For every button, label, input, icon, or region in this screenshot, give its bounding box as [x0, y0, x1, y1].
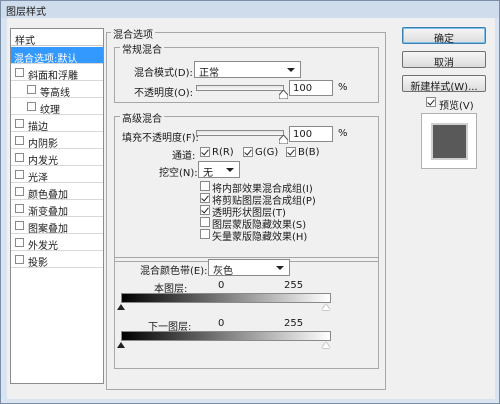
- style-item-label: 投影: [28, 258, 48, 269]
- style-item-checkbox[interactable]: [15, 187, 24, 196]
- channel-g-checkbox[interactable]: [243, 147, 253, 157]
- style-item-checkbox[interactable]: [27, 102, 36, 111]
- this-layer-max: 255: [284, 280, 304, 291]
- chevron-down-icon: [226, 168, 234, 172]
- advanced-blending-title: 高级混合: [120, 110, 164, 125]
- style-item-9[interactable]: 渐变叠加: [11, 200, 103, 218]
- blend-mode-select[interactable]: 正常: [194, 61, 301, 79]
- advanced-option-checkbox-1[interactable]: [200, 193, 210, 203]
- chevron-down-icon: [276, 266, 284, 270]
- style-item-3[interactable]: 纹理: [11, 98, 103, 116]
- style-item-label: 等高线: [40, 88, 70, 99]
- opacity-slider[interactable]: [196, 85, 284, 91]
- blend-mode-value: 正常: [199, 68, 219, 79]
- style-preview: [421, 113, 477, 169]
- fill-opacity-input[interactable]: 100: [289, 126, 333, 142]
- style-item-checkbox[interactable]: [15, 221, 24, 230]
- styles-list: 样式 混合选项:默认斜面和浮雕等高线纹理描边内阴影内发光光泽颜色叠加渐变叠加图案…: [10, 28, 104, 384]
- layer-style-dialog: 图层样式 样式 混合选项:默认斜面和浮雕等高线纹理描边内阴影内发光光泽颜色叠加渐…: [0, 0, 500, 404]
- cancel-button[interactable]: 取消: [402, 51, 486, 69]
- blending-options-title: 混合选项: [111, 26, 155, 41]
- style-item-8[interactable]: 颜色叠加: [11, 183, 103, 201]
- knockout-select[interactable]: 无: [198, 161, 240, 179]
- channel-r-label: R(R): [212, 147, 234, 158]
- style-item-checkbox[interactable]: [15, 238, 24, 247]
- this-layer-white-slider[interactable]: [322, 304, 330, 310]
- style-item-label: 颜色叠加: [28, 190, 68, 201]
- channel-b-checkbox[interactable]: [286, 147, 296, 157]
- style-item-label: 渐变叠加: [28, 207, 68, 218]
- style-item-checkbox[interactable]: [15, 204, 24, 213]
- chevron-down-icon: [287, 68, 295, 72]
- this-layer-gradient: [121, 293, 331, 303]
- style-item-label: 光泽: [28, 173, 48, 184]
- advanced-option-label-4: 矢量蒙版隐藏效果(H): [212, 232, 308, 243]
- fill-opacity-unit: %: [338, 128, 348, 139]
- style-item-2[interactable]: 等高线: [11, 81, 103, 99]
- opacity-unit: %: [338, 82, 348, 93]
- opacity-input[interactable]: 100: [289, 80, 333, 96]
- style-item-checkbox[interactable]: [15, 136, 24, 145]
- new-style-button[interactable]: 新建样式(W)...: [402, 75, 486, 93]
- blend-if-select[interactable]: 灰色: [208, 259, 290, 277]
- this-layer-black-slider[interactable]: [117, 304, 125, 310]
- blend-if-label: 混合颜色带(E):: [140, 266, 208, 277]
- style-item-5[interactable]: 内阴影: [11, 132, 103, 150]
- style-item-7[interactable]: 光泽: [11, 166, 103, 184]
- underlying-layer-min: 0: [218, 318, 225, 329]
- underlying-layer-gradient: [121, 331, 331, 341]
- styles-list-header[interactable]: 样式: [11, 29, 103, 47]
- knockout-label: 挖空(N):: [159, 168, 198, 179]
- preview-swatch: [431, 123, 468, 160]
- style-item-6[interactable]: 内发光: [11, 149, 103, 167]
- this-layer-min: 0: [218, 280, 225, 291]
- channels-label: 通道:: [172, 151, 196, 162]
- style-item-label: 图案叠加: [28, 224, 68, 235]
- channel-r-checkbox[interactable]: [200, 147, 210, 157]
- fill-opacity-slider-thumb[interactable]: [279, 135, 288, 144]
- opacity-slider-thumb[interactable]: [279, 90, 288, 99]
- knockout-value: 无: [203, 168, 213, 179]
- dialog-title: 图层样式: [6, 7, 46, 18]
- style-item-0[interactable]: 混合选项:默认: [11, 47, 103, 65]
- advanced-option-checkbox-4[interactable]: [200, 229, 210, 239]
- channel-b-label: B(B): [298, 147, 320, 158]
- preview-label: 预览(V): [439, 101, 474, 112]
- opacity-label: 不透明度(O):: [134, 88, 194, 99]
- style-item-4[interactable]: 描边: [11, 115, 103, 133]
- style-item-label: 斜面和浮雕: [28, 71, 78, 82]
- style-item-label: 混合选项:默认: [14, 54, 78, 65]
- channel-g-label: G(G): [255, 147, 279, 158]
- style-item-11[interactable]: 外发光: [11, 234, 103, 252]
- dialog-body: 样式 混合选项:默认斜面和浮雕等高线纹理描边内阴影内发光光泽颜色叠加渐变叠加图案…: [7, 18, 495, 399]
- fill-opacity-slider[interactable]: [196, 130, 284, 136]
- blend-if-value: 灰色: [213, 266, 233, 277]
- underlying-layer-max: 255: [284, 318, 304, 329]
- blend-mode-label: 混合模式(D):: [134, 68, 193, 79]
- style-item-1[interactable]: 斜面和浮雕: [11, 64, 103, 82]
- underlying-layer-black-slider[interactable]: [117, 342, 125, 348]
- style-item-12[interactable]: 投影: [11, 251, 103, 269]
- advanced-option-checkbox-0[interactable]: [200, 181, 210, 191]
- ok-button[interactable]: 确定: [402, 27, 486, 45]
- style-item-checkbox[interactable]: [15, 170, 24, 179]
- style-item-label: 外发光: [28, 241, 58, 252]
- title-bar[interactable]: 图层样式: [1, 1, 499, 18]
- style-item-checkbox[interactable]: [15, 119, 24, 128]
- fill-opacity-label: 填充不透明度(F):: [122, 133, 199, 144]
- style-item-label: 描边: [28, 122, 48, 133]
- advanced-option-checkbox-2[interactable]: [200, 205, 210, 215]
- style-item-label: 内发光: [28, 156, 58, 167]
- style-item-checkbox[interactable]: [15, 255, 24, 264]
- style-item-label: 内阴影: [28, 139, 58, 150]
- style-item-label: 纹理: [40, 105, 60, 116]
- advanced-option-checkbox-3[interactable]: [200, 217, 210, 227]
- general-blending-title: 常规混合: [120, 41, 164, 56]
- underlying-layer-white-slider[interactable]: [322, 342, 330, 348]
- style-item-checkbox[interactable]: [27, 85, 36, 94]
- style-item-10[interactable]: 图案叠加: [11, 217, 103, 235]
- style-item-checkbox[interactable]: [15, 153, 24, 162]
- preview-checkbox[interactable]: [426, 97, 436, 107]
- style-item-checkbox[interactable]: [15, 68, 24, 77]
